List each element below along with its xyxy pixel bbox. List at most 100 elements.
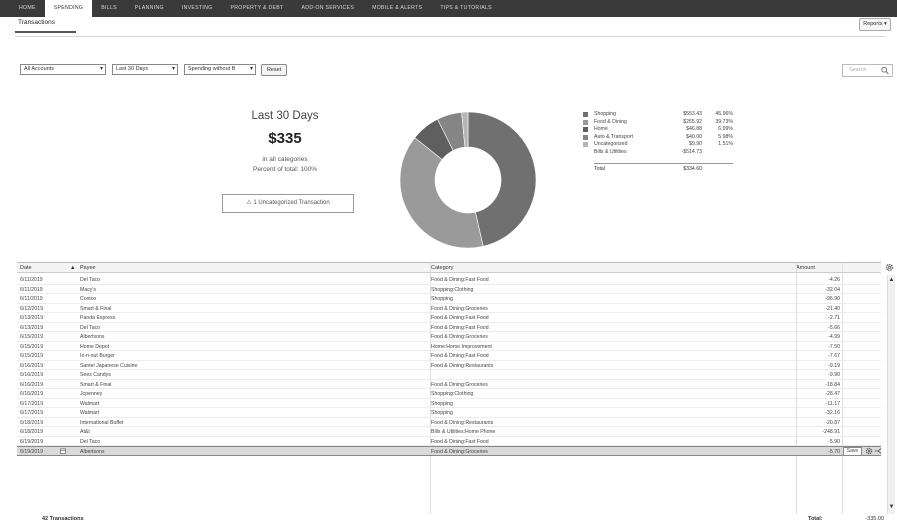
column-header-date[interactable]: Date xyxy=(20,265,32,271)
nav-add-on-services[interactable]: ADD-ON SERVICES xyxy=(293,0,364,17)
cell-amount: -20.87 xyxy=(825,419,840,426)
cell-date: 6/17/2019 xyxy=(20,400,44,407)
legend-row[interactable]: Bills & Utilities -$514.73 xyxy=(583,149,733,157)
table-row[interactable]: 6/13/2019 Del Taco Food & Dining:Fast Food… xyxy=(17,323,881,332)
table-row[interactable]: 6/15/2019 Home Depot Home:Home Improvement… xyxy=(17,342,881,351)
dropdown-arrow-icon: ▾ xyxy=(99,66,103,72)
cell-category: Food & Dining:Fast Food xyxy=(431,438,489,445)
column-header-category[interactable]: Category xyxy=(431,265,453,271)
table-row[interactable]: 6/18/2019 International Buffet Food & Dini… xyxy=(17,418,881,427)
legend-row[interactable]: Food & Dining $265.92 39.73% xyxy=(583,119,733,127)
cell-date: 6/17/2019 xyxy=(20,410,44,416)
legend-row[interactable]: Shopping $553.43 46.96% xyxy=(583,111,733,119)
cell-amount: -28.47 xyxy=(825,391,840,397)
table-row[interactable]: 6/16/2019 Santei Japanese Cuisine Food & D… xyxy=(17,361,881,370)
cell-amount: -32.16 xyxy=(825,410,840,416)
cell-date: 6/19/2019 xyxy=(20,438,44,445)
scrollbar[interactable]: ▲ ▼ xyxy=(887,275,895,514)
cell-payee: Albertsons xyxy=(80,334,105,340)
cell-amount: -5.90 xyxy=(828,438,840,445)
account-select[interactable]: All Accounts ▾ xyxy=(20,64,106,75)
split-icon[interactable] xyxy=(874,447,882,455)
calendar-icon[interactable] xyxy=(60,448,66,454)
legend-swatch xyxy=(583,142,588,147)
legend-amount: $9.90 xyxy=(689,141,702,147)
cell-date[interactable]: 6/19/2019 xyxy=(20,449,43,455)
grid-footer: 42 Transactions Total: -335.00 xyxy=(0,514,897,522)
search-input[interactable]: Search xyxy=(842,64,893,77)
column-header-payee[interactable]: Payee xyxy=(80,265,96,271)
transactions-grid-header: Date ▲ Payee Category Amount xyxy=(17,262,881,273)
cell-payee[interactable]: Albertsons xyxy=(80,449,105,455)
sort-ascending-icon[interactable]: ▲ xyxy=(70,265,75,271)
reset-button[interactable]: Reset xyxy=(261,64,287,76)
nav-investing[interactable]: INVESTING xyxy=(173,0,222,17)
legend-total-label: Total xyxy=(594,166,605,172)
table-row[interactable]: 6/16/2019 Smart & Final Food & Dining:Groc… xyxy=(17,380,881,389)
cell-date: 6/18/2019 xyxy=(20,419,44,426)
cell-category[interactable]: Food & Dining:Groceries xyxy=(431,449,488,455)
table-row[interactable]: 6/11/2019 Costco Shopping -96.90 xyxy=(17,294,881,304)
scroll-up-icon[interactable]: ▲ xyxy=(888,277,895,283)
nav-bills[interactable]: BILLS xyxy=(92,0,126,17)
legend-percent: 39.73% xyxy=(715,118,733,125)
summary-period: Last 30 Days xyxy=(251,110,319,122)
chart-legend: Shopping $553.43 46.96% Food & Dining $2… xyxy=(583,111,733,172)
spending-donut-chart xyxy=(399,111,537,249)
cell-category: Food & Dining:Groceries xyxy=(431,334,488,340)
nav-mobile-alerts[interactable]: MOBILE & ALERTS xyxy=(363,0,431,17)
cell-payee: Panda Express xyxy=(80,315,116,321)
cell-amount[interactable]: -5.70 xyxy=(797,449,840,455)
cell-category: Shopping:Clothing xyxy=(431,391,474,397)
view-select[interactable]: Spending without B ▾ xyxy=(184,64,256,75)
legend-row[interactable]: Auto & Transport $40.00 5.98% xyxy=(583,134,733,142)
tab-transactions[interactable]: Transactions xyxy=(18,19,55,26)
table-row[interactable]: 6/11/2019 Macy's Shopping:Clothing -32.04 xyxy=(17,285,881,294)
save-button[interactable]: Save xyxy=(843,447,862,456)
table-row[interactable]: 6/19/2019 Del Taco Food & Dining:Fast Food… xyxy=(17,437,881,446)
cell-date: 6/16/2019 xyxy=(20,391,44,397)
cell-amount: -7.50 xyxy=(828,343,840,350)
cell-payee: Costco xyxy=(80,296,97,302)
cell-category: Food & Dining:Restaurants xyxy=(431,419,494,426)
uncategorized-transaction-button[interactable]: ⚠ 1 Uncategorized Transaction xyxy=(222,194,354,213)
nav-home[interactable]: HOME xyxy=(10,0,45,17)
cell-amount: -9.19 xyxy=(828,362,840,369)
summary-amount: $335 xyxy=(268,130,302,147)
table-row-selected[interactable]: 6/19/2019 Albertsons Food & Dining:Groce… xyxy=(17,446,882,456)
scroll-down-icon[interactable]: ▼ xyxy=(888,504,895,510)
table-row[interactable]: 6/11/2019 Del Taco Food & Dining:Fast Food… xyxy=(17,275,881,285)
cell-payee: At&t xyxy=(80,429,90,435)
cell-date: 6/15/2019 xyxy=(20,343,44,350)
cell-category: Bills & Utilities:Home Phone xyxy=(431,429,496,435)
table-row[interactable]: 6/13/2019 Panda Express Food & Dining:Fast… xyxy=(17,313,881,323)
gear-icon[interactable] xyxy=(885,263,894,272)
table-row[interactable]: 6/16/2019 Jcpenney Shopping:Clothing -28.47 xyxy=(17,389,881,399)
nav-planning[interactable]: PLANNING xyxy=(126,0,173,17)
nav-tips-tutorials[interactable]: TIPS & TUTORIALS xyxy=(431,0,501,17)
search-icon xyxy=(881,66,889,75)
nav-spending[interactable]: SPENDING xyxy=(44,0,93,17)
table-row[interactable]: 6/17/2019 Walmart Shopping -11.17 xyxy=(17,399,881,408)
column-header-amount[interactable]: Amount xyxy=(796,265,815,271)
gear-icon[interactable] xyxy=(865,447,873,455)
table-row[interactable]: 6/12/2019 Smart & Final Food & Dining:Groc… xyxy=(17,304,881,313)
nav-property-debt[interactable]: PROPERTY & DEBT xyxy=(222,0,293,17)
legend-row[interactable]: Home $46.88 6.99% xyxy=(583,126,733,134)
uncategorized-label: 1 Uncategorized Transaction xyxy=(253,200,330,206)
table-row[interactable]: 6/17/2019 Walmart Shopping -32.16 xyxy=(17,408,881,418)
table-row[interactable]: 6/15/2019 In-n-out Burger Food & Dining:Fa… xyxy=(17,351,881,361)
table-row[interactable]: 6/15/2019 Albertsons Food & Dining:Groceri… xyxy=(17,332,881,342)
cell-payee: Jcpenney xyxy=(80,391,103,397)
reports-button[interactable]: Reports ▾ xyxy=(859,18,891,31)
cell-date: 6/16/2019 xyxy=(20,362,44,369)
legend-row[interactable]: Uncategorized $9.90 1.51% xyxy=(583,141,733,149)
period-select[interactable]: Last 30 Days ▾ xyxy=(112,64,178,75)
legend-category: Bills & Utilities xyxy=(594,148,627,155)
summary-scope: in all categories xyxy=(262,156,308,163)
table-row[interactable]: 6/18/2019 At&t Bills & Utilities:Home Phon… xyxy=(17,427,881,437)
table-row[interactable]: 6/16/2019 Sees Candys -9.90 xyxy=(17,370,881,380)
cell-date: 6/16/2019 xyxy=(20,381,44,388)
cell-payee: Del Taco xyxy=(80,324,101,331)
cell-amount: -4.99 xyxy=(828,334,840,340)
